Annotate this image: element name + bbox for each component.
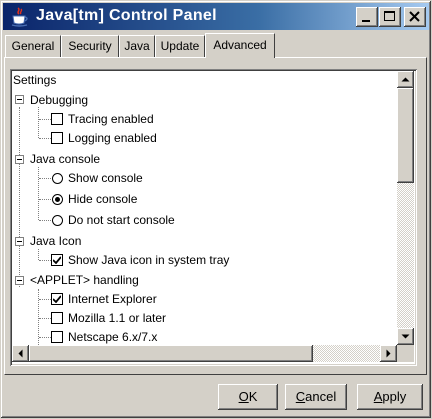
hide-console-radio[interactable] — [52, 194, 63, 205]
cancel-mnemonic: C — [295, 389, 306, 404]
radio-selected-dot — [55, 197, 60, 202]
do-not-start-console-radio[interactable] — [52, 215, 63, 226]
cancel-button[interactable]: Cancel — [285, 384, 347, 410]
show-console-radio[interactable] — [52, 173, 63, 184]
system-tray-checkbox[interactable] — [51, 254, 63, 266]
scroll-right-button[interactable] — [380, 345, 397, 362]
scroll-up-button[interactable] — [397, 71, 414, 88]
title-bar[interactable]: Java[tm] Control Panel — [3, 3, 429, 30]
apply-button[interactable]: Apply — [357, 384, 423, 410]
tree-connector — [39, 119, 51, 120]
collapse-java-icon-icon[interactable] — [15, 237, 24, 246]
scroll-down-button[interactable] — [397, 328, 414, 345]
arrow-left-icon — [18, 349, 23, 358]
tree-connector — [39, 178, 51, 179]
maximize-icon — [384, 11, 395, 21]
show-console-label[interactable]: Show console — [68, 169, 143, 187]
tab-security[interactable]: Security — [61, 35, 119, 57]
tree-connector — [39, 337, 51, 338]
tree-connector — [38, 107, 39, 138]
tab-java[interactable]: Java — [119, 35, 155, 57]
arrow-up-icon — [401, 77, 410, 82]
ok-label-rest: K — [248, 389, 258, 404]
scrollbar-corner — [397, 345, 414, 362]
maximize-button[interactable] — [379, 7, 401, 27]
tracing-label[interactable]: Tracing enabled — [68, 110, 154, 128]
checkmark-icon — [53, 295, 61, 303]
tree-node-java-icon[interactable]: Java Icon — [30, 232, 81, 250]
vertical-scroll-thumb[interactable] — [397, 88, 414, 183]
minimize-icon — [362, 20, 370, 22]
arrow-down-icon — [401, 334, 410, 339]
logging-label[interactable]: Logging enabled — [68, 129, 157, 147]
minimize-button[interactable] — [356, 7, 378, 27]
tracing-checkbox[interactable] — [51, 113, 63, 125]
mozilla-checkbox[interactable] — [51, 312, 63, 324]
netscape-checkbox[interactable] — [51, 331, 63, 343]
collapse-debugging-icon[interactable] — [15, 95, 24, 104]
tree-viewport: Settings Debugging Tracing enabled Loggi… — [12, 71, 397, 345]
tree-connector — [39, 138, 51, 139]
horizontal-scroll-thumb[interactable] — [29, 345, 313, 362]
tree-connector — [39, 318, 51, 319]
tree-node-applet-handling[interactable]: <APPLET> handling — [30, 271, 139, 289]
tree-connector — [19, 107, 20, 287]
collapse-java-console-icon[interactable] — [15, 155, 24, 164]
internet-explorer-label[interactable]: Internet Explorer — [68, 290, 157, 308]
netscape-label[interactable]: Netscape 6.x/7.x — [68, 328, 157, 345]
tab-update[interactable]: Update — [155, 35, 205, 57]
system-tray-label[interactable]: Show Java icon in system tray — [68, 251, 229, 269]
ok-mnemonic: O — [238, 389, 249, 404]
tree-node-debugging[interactable]: Debugging — [30, 91, 88, 109]
tree-connector — [39, 199, 51, 200]
apply-label-rest: pply — [382, 389, 407, 404]
tree-root-settings: Settings — [13, 73, 57, 87]
tab-general[interactable]: General — [5, 35, 61, 57]
internet-explorer-checkbox[interactable] — [51, 293, 63, 305]
window-title: Java[tm] Control Panel — [36, 7, 217, 24]
scroll-left-button[interactable] — [12, 345, 29, 362]
tree-connector — [39, 220, 51, 221]
close-button[interactable] — [404, 7, 426, 27]
tree-node-java-console[interactable]: Java console — [30, 150, 100, 168]
ok-button[interactable]: OK — [218, 384, 278, 410]
arrow-right-icon — [386, 349, 391, 358]
hide-console-label[interactable]: Hide console — [68, 190, 137, 208]
tab-advanced[interactable]: Advanced — [205, 33, 275, 58]
checkmark-icon — [53, 256, 61, 264]
do-not-start-console-label[interactable]: Do not start console — [68, 211, 175, 229]
collapse-applet-handling-icon[interactable] — [15, 276, 24, 285]
tree-connector — [38, 249, 39, 260]
logging-checkbox[interactable] — [51, 132, 63, 144]
close-icon — [409, 11, 420, 22]
settings-tree: Settings Debugging Tracing enabled Loggi… — [10, 69, 417, 366]
cancel-label-rest: ancel — [305, 389, 337, 404]
tree-connector — [39, 299, 51, 300]
tree-connector — [38, 167, 39, 220]
mozilla-label[interactable]: Mozilla 1.1 or later — [68, 309, 166, 327]
java-coffee-cup-icon[interactable] — [9, 6, 31, 28]
tree-connector — [39, 260, 51, 261]
